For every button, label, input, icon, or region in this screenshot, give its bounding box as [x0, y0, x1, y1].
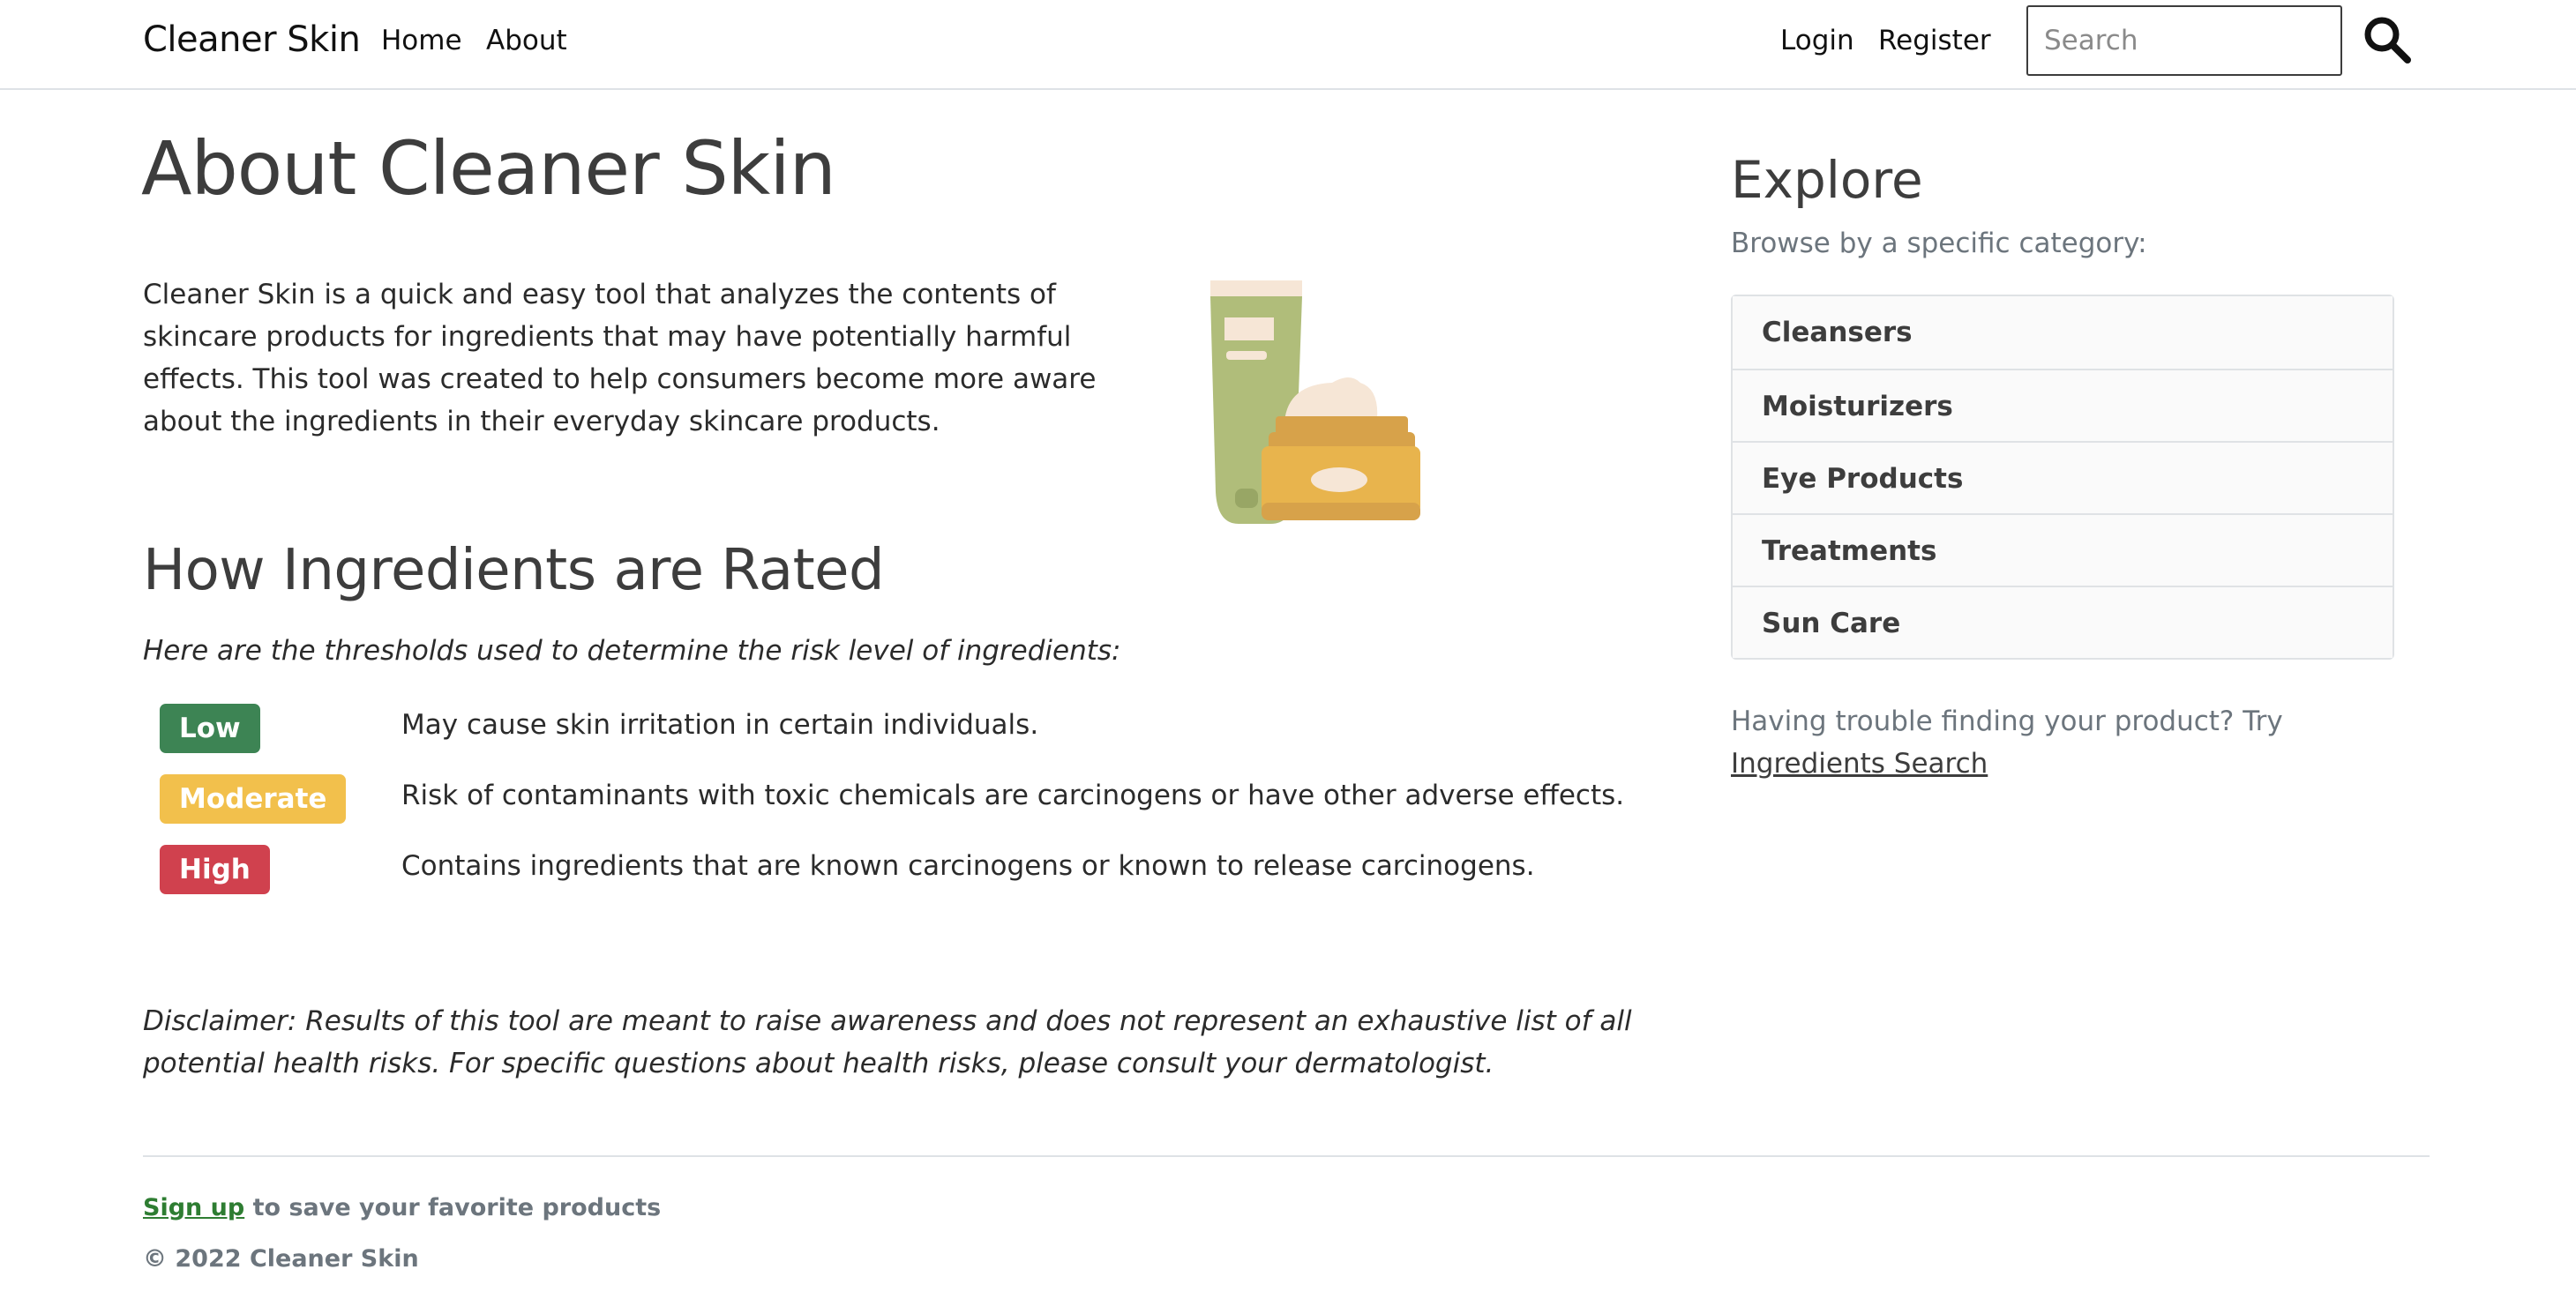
- register-link[interactable]: Register: [1878, 25, 1991, 56]
- skincare-products-illustration: [1210, 280, 1420, 524]
- explore-subheading: Browse by a specific category:: [1731, 228, 2147, 259]
- disclaimer-text: Disclaimer: Results of this tool are mea…: [143, 1005, 1632, 1079]
- signup-prompt: Sign up to save your favorite products: [143, 1194, 661, 1221]
- explore-heading: Explore: [1731, 150, 1923, 210]
- category-item-moisturizers[interactable]: Moisturizers: [1733, 369, 2393, 441]
- risk-description-moderate: Risk of contaminants with toxic chemical…: [401, 780, 1625, 811]
- risk-description-low: May cause skin irritation in certain ind…: [401, 709, 1039, 741]
- category-item-cleansers[interactable]: Cleansers: [1733, 296, 2393, 369]
- risk-description-high: Contains ingredients that are known carc…: [401, 850, 1535, 882]
- risk-badge-moderate: Moderate: [160, 774, 347, 824]
- risk-badge-high: High: [160, 845, 270, 894]
- category-item-treatments[interactable]: Treatments: [1733, 513, 2393, 586]
- ratings-heading: How Ingredients are Rated: [143, 538, 885, 603]
- signup-link[interactable]: Sign up: [143, 1194, 244, 1221]
- search-icon: [2364, 17, 2411, 63]
- login-link[interactable]: Login: [1780, 25, 1854, 56]
- nav-about-link[interactable]: About: [486, 25, 567, 56]
- search-help-text: Having trouble finding your product? Try…: [1731, 700, 2401, 785]
- search-input[interactable]: [2026, 5, 2342, 76]
- risk-badge-low: Low: [160, 704, 260, 753]
- search-button[interactable]: [2361, 14, 2414, 67]
- thresholds-intro: Here are the thresholds used to determin…: [143, 635, 1121, 667]
- brand-logo[interactable]: Cleaner Skin: [143, 19, 361, 60]
- category-item-eye-products[interactable]: Eye Products: [1733, 441, 2393, 513]
- copyright-text: © 2022 Cleaner Skin: [143, 1245, 419, 1273]
- footer-divider: [143, 1155, 2430, 1157]
- top-navbar: Cleaner Skin Home About Login Register: [0, 0, 2576, 90]
- search-help-label: Having trouble finding your product? Try: [1731, 706, 2283, 737]
- category-item-sun-care[interactable]: Sun Care: [1733, 586, 2393, 658]
- page-title: About Cleaner Skin: [141, 125, 836, 212]
- nav-home-link[interactable]: Home: [381, 25, 462, 56]
- intro-paragraph: Cleaner Skin is a quick and easy tool th…: [143, 279, 1097, 437]
- ingredients-search-link[interactable]: Ingredients Search: [1731, 748, 1988, 780]
- signup-prompt-text: to save your favorite products: [244, 1194, 662, 1221]
- category-list: Cleansers Moisturizers Eye Products Trea…: [1731, 295, 2394, 660]
